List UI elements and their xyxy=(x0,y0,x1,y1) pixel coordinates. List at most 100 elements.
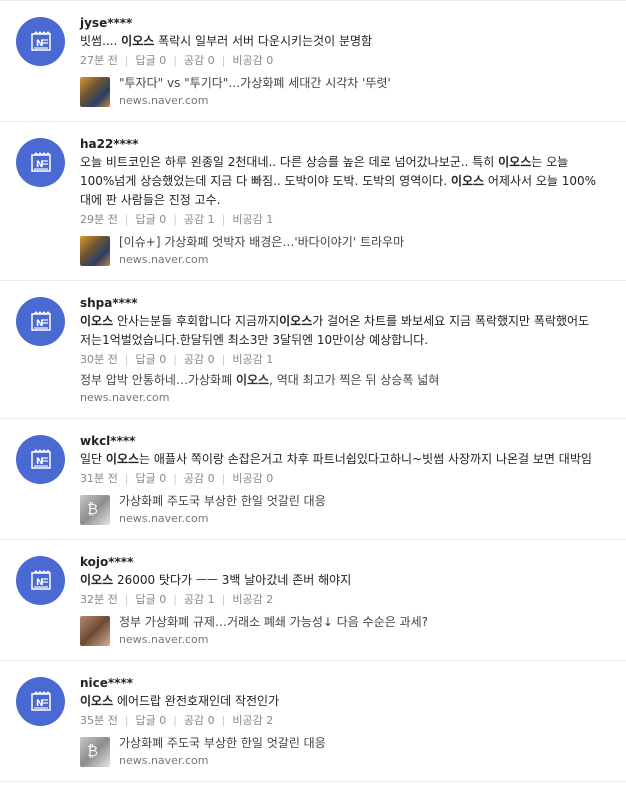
keyword-highlight: 이오스 xyxy=(279,314,313,328)
meta-divider: | xyxy=(173,353,177,366)
like-button[interactable]: 공감 1 xyxy=(184,212,215,228)
like-button[interactable]: 공감 0 xyxy=(184,471,215,487)
reply-button[interactable]: 답글 0 xyxy=(135,471,166,487)
text-part: 는 애플사 쪽이랑 손잡은거고 차후 파트너쉽있다고하니~빗썸 사장까지 나온걸… xyxy=(139,452,592,466)
meta-divider: | xyxy=(124,213,129,226)
comment-text: 오늘 비트코인은 하루 왼종일 2천대네.. 다른 상승를 높은 데로 넘어갔나… xyxy=(80,153,604,210)
user-avatar-icon[interactable]: N xyxy=(16,556,65,605)
dislike-button[interactable]: 비공감 1 xyxy=(232,212,273,228)
reply-button[interactable]: 답글 0 xyxy=(135,713,166,729)
meta-divider: | xyxy=(221,714,226,727)
meta-divider: | xyxy=(124,593,129,606)
comment-author[interactable]: shpa**** xyxy=(80,295,604,311)
comment-text: 이오스 안사는분들 후회합니다 지금까지이오스가 걸어온 차트를 봐보세요 지금… xyxy=(80,312,604,350)
text-part: 에어드랍 완전호재인데 작전인가 xyxy=(113,694,280,708)
reply-button[interactable]: 답글 0 xyxy=(135,53,166,69)
reply-button[interactable]: 답글 0 xyxy=(135,352,166,368)
comment-author[interactable]: nice**** xyxy=(80,675,604,691)
comment-text: 일단 이오스는 애플사 쪽이랑 손잡은거고 차후 파트너쉽있다고하니~빗썸 사장… xyxy=(80,450,604,469)
news-source: news.naver.com xyxy=(119,94,209,107)
comment-time: 29분 전 xyxy=(80,213,118,226)
news-thumbnail xyxy=(80,236,110,266)
comment-author[interactable]: ha22**** xyxy=(80,136,604,152)
news-title: 정부 가상화폐 규제…거래소 폐쇄 가능성↓ 다음 수순은 과세? xyxy=(119,614,428,631)
dislike-button[interactable]: 비공감 2 xyxy=(232,713,273,729)
meta-divider: | xyxy=(173,714,177,727)
news-thumbnail xyxy=(80,495,110,525)
like-button[interactable]: 공감 1 xyxy=(184,592,215,608)
related-news-link[interactable]: 가상화폐 주도국 부상한 한일 엇갈린 대응 news.naver.com xyxy=(80,493,604,527)
text-part: 26000 탓다가 ㅡㅡ 3백 날아갔네 존버 해야지 xyxy=(113,573,352,587)
news-title: "투자다" vs "투기다"…가상화폐 세대간 시각차 '뚜렷' xyxy=(119,75,391,92)
dislike-button[interactable]: 비공감 2 xyxy=(232,592,273,608)
comment-text: 이오스 26000 탓다가 ㅡㅡ 3백 날아갔네 존버 해야지 xyxy=(80,571,604,590)
meta-divider: | xyxy=(173,54,177,67)
news-title-part: 가상화폐 주도국 부상한 한일 엇갈린 대응 xyxy=(119,736,326,750)
news-title: 정부 압박 안통하네…가상화폐 이오스, 역대 최고가 찍은 뒤 상승폭 넓혀 xyxy=(80,372,439,389)
reply-button[interactable]: 답글 0 xyxy=(135,212,166,228)
user-avatar-icon[interactable]: N xyxy=(16,138,65,187)
dislike-button[interactable]: 비공감 1 xyxy=(232,352,273,368)
comment-time: 31분 전 xyxy=(80,472,118,485)
like-button[interactable]: 공감 0 xyxy=(184,713,215,729)
like-button[interactable]: 공감 0 xyxy=(184,53,215,69)
news-source: news.naver.com xyxy=(119,253,209,266)
keyword-highlight: 이오스 xyxy=(450,174,485,188)
news-source: news.naver.com xyxy=(119,754,209,767)
news-title-part: [이슈+] 가상화폐 엇박자 배경은…'바다이야기' 트라우마 xyxy=(119,235,405,249)
news-title-part: 정부 가상화폐 규제…거래소 폐쇄 가능성↓ 다음 수순은 과세? xyxy=(119,615,429,629)
reply-button[interactable]: 답글 0 xyxy=(135,592,166,608)
text-part: 폭락시 일부러 서버 다운시키는것이 분명함 xyxy=(154,34,373,48)
news-thumbnail xyxy=(80,737,110,767)
keyword-highlight: 이오스 xyxy=(498,155,532,169)
meta-divider: | xyxy=(173,593,177,606)
meta-divider: | xyxy=(124,353,129,366)
keyword-highlight: 이오스 xyxy=(105,452,140,466)
comment-item: N nice**** 이오스 에어드랍 완전호재인데 작전인가 35분 전 | 답글… xyxy=(0,661,626,782)
news-title-part: 가상화폐 주도국 부상한 한일 엇갈린 대응 xyxy=(119,494,326,508)
meta-divider: | xyxy=(221,353,226,366)
comment-item: N wkcl**** 일단 이오스는 애플사 쪽이랑 손잡은거고 차후 파트너쉽… xyxy=(0,419,626,540)
news-title-part: 정부 압박 안통하네…가상화폐 xyxy=(80,373,236,387)
related-news-link[interactable]: "투자다" vs "투기다"…가상화폐 세대간 시각차 '뚜렷' news.na… xyxy=(80,75,604,109)
user-avatar-icon[interactable]: N xyxy=(16,677,65,726)
user-avatar-icon[interactable]: N xyxy=(16,435,65,484)
news-title: [이슈+] 가상화폐 엇박자 배경은…'바다이야기' 트라우마 xyxy=(119,234,404,251)
comment-item: N jyse**** 빗썸.... 이오스 폭락시 일부러 서버 다운시키는것이… xyxy=(0,0,626,122)
meta-divider: | xyxy=(173,472,177,485)
text-part: 일단 xyxy=(80,452,106,466)
related-news-link[interactable]: [이슈+] 가상화폐 엇박자 배경은…'바다이야기' 트라우마 news.nav… xyxy=(80,234,604,268)
related-news-link[interactable]: 정부 압박 안통하네…가상화폐 이오스, 역대 최고가 찍은 뒤 상승폭 넓혀 … xyxy=(80,372,604,406)
comment-author[interactable]: jyse**** xyxy=(80,15,604,31)
meta-divider: | xyxy=(173,213,177,226)
text-part: 빗썸.... xyxy=(80,34,122,48)
text-part: 오늘 비트코인은 하루 왼종일 2천대네.. 다른 상승를 높은 데로 넘어갔나… xyxy=(80,155,499,169)
keyword-highlight: 이오스 xyxy=(80,573,114,587)
like-button[interactable]: 공감 0 xyxy=(184,352,215,368)
user-avatar-icon[interactable]: N xyxy=(16,17,65,66)
related-news-link[interactable]: 정부 가상화폐 규제…거래소 폐쇄 가능성↓ 다음 수순은 과세? news.n… xyxy=(80,614,604,648)
comment-text: 빗썸.... 이오스 폭락시 일부러 서버 다운시키는것이 분명함 xyxy=(80,32,604,51)
user-avatar-icon[interactable]: N xyxy=(16,297,65,346)
comment-author[interactable]: wkcl**** xyxy=(80,433,604,449)
keyword-highlight: 이오스 xyxy=(80,694,114,708)
meta-divider: | xyxy=(124,54,129,67)
meta-divider: | xyxy=(221,213,226,226)
news-title-part: , 역대 최고가 찍은 뒤 상승폭 넓혀 xyxy=(269,373,440,387)
comment-item: N ha22**** 오늘 비트코인은 하루 왼종일 2천대네.. 다른 상승를… xyxy=(0,122,626,281)
news-thumbnail xyxy=(80,77,110,107)
meta-divider: | xyxy=(221,593,226,606)
keyword-highlight: 이오스 xyxy=(80,314,114,328)
comment-list: N jyse**** 빗썸.... 이오스 폭락시 일부러 서버 다운시키는것이… xyxy=(0,0,626,782)
dislike-button[interactable]: 비공감 0 xyxy=(232,471,273,487)
comment-item: N kojo**** 이오스 26000 탓다가 ㅡㅡ 3백 날아갔네 존버 해… xyxy=(0,540,626,661)
news-source: news.naver.com xyxy=(119,633,209,646)
meta-divider: | xyxy=(221,54,226,67)
news-title: 가상화폐 주도국 부상한 한일 엇갈린 대응 xyxy=(119,493,326,510)
text-part: 안사는분들 후회합니다 지금까지 xyxy=(113,314,280,328)
comment-time: 32분 전 xyxy=(80,593,118,606)
comment-author[interactable]: kojo**** xyxy=(80,554,604,570)
dislike-button[interactable]: 비공감 0 xyxy=(232,53,273,69)
related-news-link[interactable]: 가상화폐 주도국 부상한 한일 엇갈린 대응 news.naver.com xyxy=(80,735,604,769)
keyword-highlight: 이오스 xyxy=(235,373,270,387)
